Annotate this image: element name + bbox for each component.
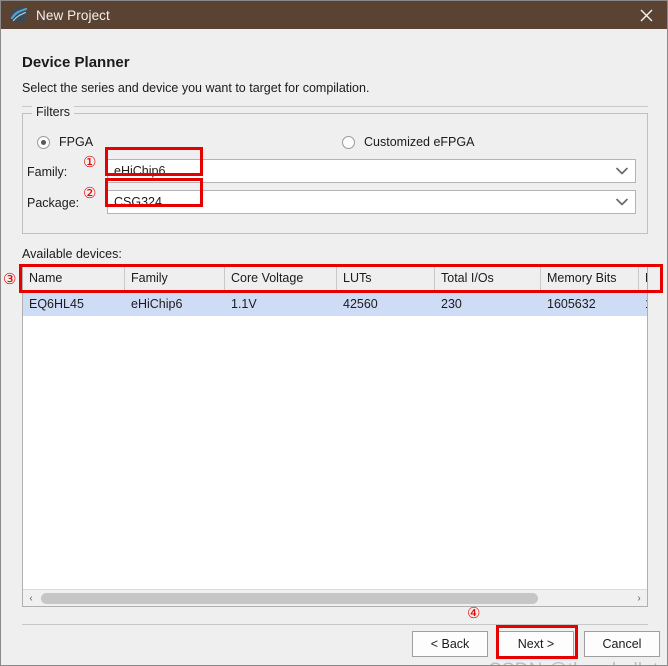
- family-combobox[interactable]: eHiChip6: [107, 159, 636, 183]
- column-header-dsp[interactable]: DSP: [639, 266, 647, 290]
- table-row[interactable]: EQ6HL45 eHiChip6 1.1V 42560 230 1605632 …: [23, 292, 647, 316]
- app-icon: [10, 6, 28, 24]
- package-combobox[interactable]: CSG324: [107, 190, 636, 214]
- scrollbar-track[interactable]: [39, 591, 631, 606]
- table-header-row: Name Family Core Voltage LUTs Total I/Os…: [23, 266, 647, 291]
- footer-divider: [22, 624, 648, 625]
- package-value: CSG324: [114, 195, 162, 209]
- column-header-core-voltage[interactable]: Core Voltage: [225, 266, 337, 290]
- page-title: Device Planner: [22, 54, 130, 71]
- dialog-body: Device Planner Select the series and dev…: [1, 29, 667, 665]
- cell-dsp: 14: [639, 292, 647, 316]
- back-button[interactable]: < Back: [412, 631, 488, 657]
- chevron-down-icon: [616, 191, 628, 213]
- column-header-luts[interactable]: LUTs: [337, 266, 435, 290]
- radio-customized-efpga-label: Customized eFPGA: [364, 135, 475, 149]
- title-bar: New Project: [1, 1, 667, 29]
- window-title: New Project: [36, 7, 110, 23]
- scroll-right-icon[interactable]: ›: [631, 590, 647, 606]
- radio-fpga[interactable]: FPGA: [37, 135, 93, 149]
- page-subtitle: Select the series and device you want to…: [22, 81, 370, 95]
- package-label: Package:: [27, 196, 80, 210]
- cell-core-voltage: 1.1V: [231, 297, 257, 311]
- column-header-memory-bits[interactable]: Memory Bits: [541, 266, 639, 290]
- scrollbar-thumb[interactable]: [41, 592, 539, 604]
- chevron-down-icon: [616, 160, 628, 182]
- radio-dot-icon: [342, 135, 355, 149]
- cell-total-ios: 230: [441, 297, 462, 311]
- column-header-total-ios[interactable]: Total I/Os: [435, 266, 541, 290]
- cell-memory-bits: 1605632: [547, 297, 596, 311]
- horizontal-scrollbar[interactable]: ‹ ›: [23, 589, 647, 606]
- cancel-button[interactable]: Cancel: [584, 631, 660, 657]
- scroll-left-icon[interactable]: ‹: [23, 590, 39, 606]
- next-button[interactable]: Next >: [498, 631, 574, 657]
- column-header-family[interactable]: Family: [125, 266, 225, 290]
- watermark: CSDN @threebullets: [488, 660, 667, 665]
- family-value: eHiChip6: [114, 164, 166, 178]
- radio-fpga-label: FPGA: [59, 135, 94, 149]
- radio-customized-efpga[interactable]: Customized eFPGA: [342, 135, 474, 149]
- new-project-dialog: New Project Device Planner Select the se…: [0, 0, 668, 666]
- cell-family: eHiChip6: [131, 297, 183, 311]
- radio-dot-icon: [37, 135, 50, 149]
- family-label: Family:: [27, 165, 68, 179]
- available-devices-label: Available devices:: [22, 247, 122, 261]
- cell-name: EQ6HL45: [29, 297, 84, 311]
- filters-legend: Filters: [32, 105, 75, 119]
- cell-luts: 42560: [343, 297, 378, 311]
- column-header-name[interactable]: Name: [23, 266, 125, 290]
- close-icon[interactable]: [623, 1, 667, 29]
- devices-table: Name Family Core Voltage LUTs Total I/Os…: [22, 265, 648, 607]
- header-divider: [22, 106, 648, 107]
